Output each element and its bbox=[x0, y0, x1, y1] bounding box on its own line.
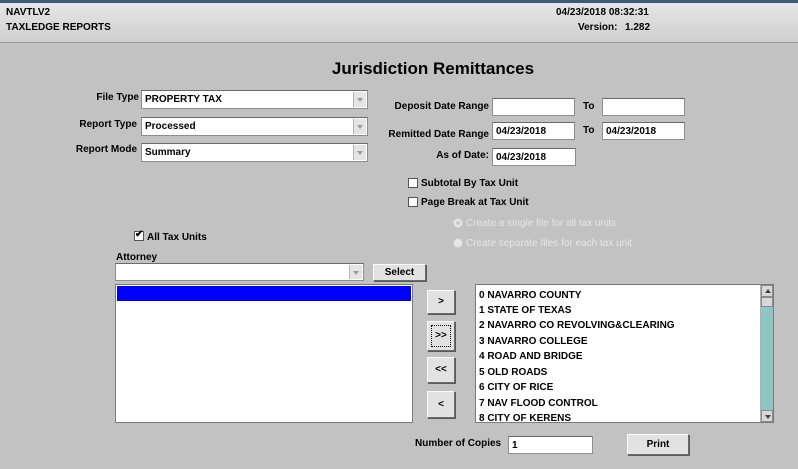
attorney-label: Attorney bbox=[116, 252, 158, 263]
chevron-down-icon[interactable] bbox=[349, 265, 362, 279]
print-button[interactable]: Print bbox=[627, 434, 689, 455]
as-of-input[interactable]: 04/23/2018 bbox=[492, 148, 576, 166]
list-item[interactable]: 2 NAVARRO CO REVOLVING&CLEARING bbox=[479, 320, 675, 331]
scroll-down-icon[interactable] bbox=[761, 410, 773, 422]
list-item[interactable]: 0 NAVARRO COUNTY bbox=[479, 290, 581, 301]
list-item[interactable]: 3 NAVARRO COLLEGE bbox=[479, 336, 588, 347]
version-label: Version: bbox=[578, 22, 618, 33]
subtotal-checkbox[interactable] bbox=[408, 178, 418, 188]
tax-units-list[interactable]: 0 NAVARRO COUNTY 1 STATE OF TEXAS 2 NAVA… bbox=[475, 284, 774, 423]
copies-label: Number of Copies bbox=[415, 438, 502, 449]
remitted-from-input[interactable]: 04/23/2018 bbox=[492, 122, 575, 140]
report-type-select[interactable]: Processed bbox=[141, 117, 368, 136]
file-type-label: File Type bbox=[96, 92, 139, 103]
list-item[interactable]: 1 STATE OF TEXAS bbox=[479, 305, 571, 316]
separate-files-radio[interactable] bbox=[453, 238, 463, 248]
add-all-button[interactable]: >> bbox=[427, 321, 455, 351]
checkmark-icon: ✔ bbox=[135, 229, 144, 240]
attorney-select-button[interactable]: Select bbox=[373, 264, 426, 281]
attorney-select[interactable] bbox=[115, 263, 364, 281]
remitted-to-label: To bbox=[583, 125, 595, 136]
list-item[interactable]: 8 CITY OF KERENS bbox=[479, 413, 571, 422]
copies-input[interactable]: 1 bbox=[508, 436, 593, 454]
remitted-to-input[interactable]: 04/23/2018 bbox=[602, 122, 685, 140]
deposit-range-label: Deposit Date Range bbox=[394, 101, 489, 112]
remitted-range-label: Remitted Date Range bbox=[388, 129, 489, 140]
deposit-from-input[interactable] bbox=[492, 98, 575, 116]
subtotal-label: Subtotal By Tax Unit bbox=[421, 178, 519, 189]
list-item[interactable]: 6 CITY OF RICE bbox=[479, 382, 553, 393]
app-header: NAVTLV2 TAXLEDGE REPORTS 04/23/2018 08:3… bbox=[0, 3, 798, 43]
remove-one-button[interactable]: < bbox=[427, 391, 455, 418]
module-name: TAXLEDGE REPORTS bbox=[6, 22, 111, 33]
scroll-up-icon[interactable] bbox=[761, 285, 773, 297]
remove-all-button[interactable]: << bbox=[427, 357, 455, 383]
chevron-down-icon[interactable] bbox=[353, 92, 366, 107]
scroll-thumb[interactable] bbox=[761, 297, 773, 307]
header-datetime: 04/23/2018 08:32:31 bbox=[556, 7, 649, 18]
deposit-to-label: To bbox=[583, 101, 595, 112]
selected-list-row[interactable] bbox=[117, 286, 411, 301]
app-name: NAVTLV2 bbox=[6, 7, 51, 18]
chevron-down-icon[interactable] bbox=[353, 145, 366, 160]
file-type-select[interactable]: PROPERTY TAX bbox=[141, 90, 368, 109]
report-mode-label: Report Mode bbox=[75, 144, 137, 155]
report-type-value: Processed bbox=[145, 121, 196, 132]
attorney-units-list[interactable] bbox=[115, 284, 413, 423]
report-type-label: Report Type bbox=[79, 119, 137, 130]
pagebreak-label: Page Break at Tax Unit bbox=[421, 197, 529, 208]
separate-files-label: Create separate files for each tax unit bbox=[466, 238, 633, 249]
report-mode-value: Summary bbox=[145, 147, 191, 158]
single-file-radio[interactable] bbox=[453, 218, 463, 228]
list-item[interactable]: 5 OLD ROADS bbox=[479, 367, 547, 378]
version-value: 1.282 bbox=[625, 22, 651, 33]
report-mode-select[interactable]: Summary bbox=[141, 143, 368, 162]
single-file-label: Create a single file for all tax units bbox=[466, 218, 617, 229]
all-tax-units-checkbox[interactable]: ✔ bbox=[134, 229, 144, 241]
file-type-value: PROPERTY TAX bbox=[145, 94, 222, 105]
vertical-scrollbar[interactable] bbox=[760, 285, 773, 422]
pagebreak-checkbox[interactable] bbox=[408, 197, 418, 207]
add-one-button[interactable]: > bbox=[427, 290, 455, 314]
all-tax-units-label: All Tax Units bbox=[147, 232, 207, 243]
list-item[interactable]: 7 NAV FLOOD CONTROL bbox=[479, 398, 598, 409]
list-item[interactable]: 4 ROAD AND BRIDGE bbox=[479, 351, 583, 362]
deposit-to-input[interactable] bbox=[602, 98, 685, 116]
chevron-down-icon[interactable] bbox=[353, 119, 366, 134]
page-title: Jurisdiction Remittances bbox=[331, 59, 535, 78]
as-of-label: As of Date: bbox=[436, 150, 489, 161]
